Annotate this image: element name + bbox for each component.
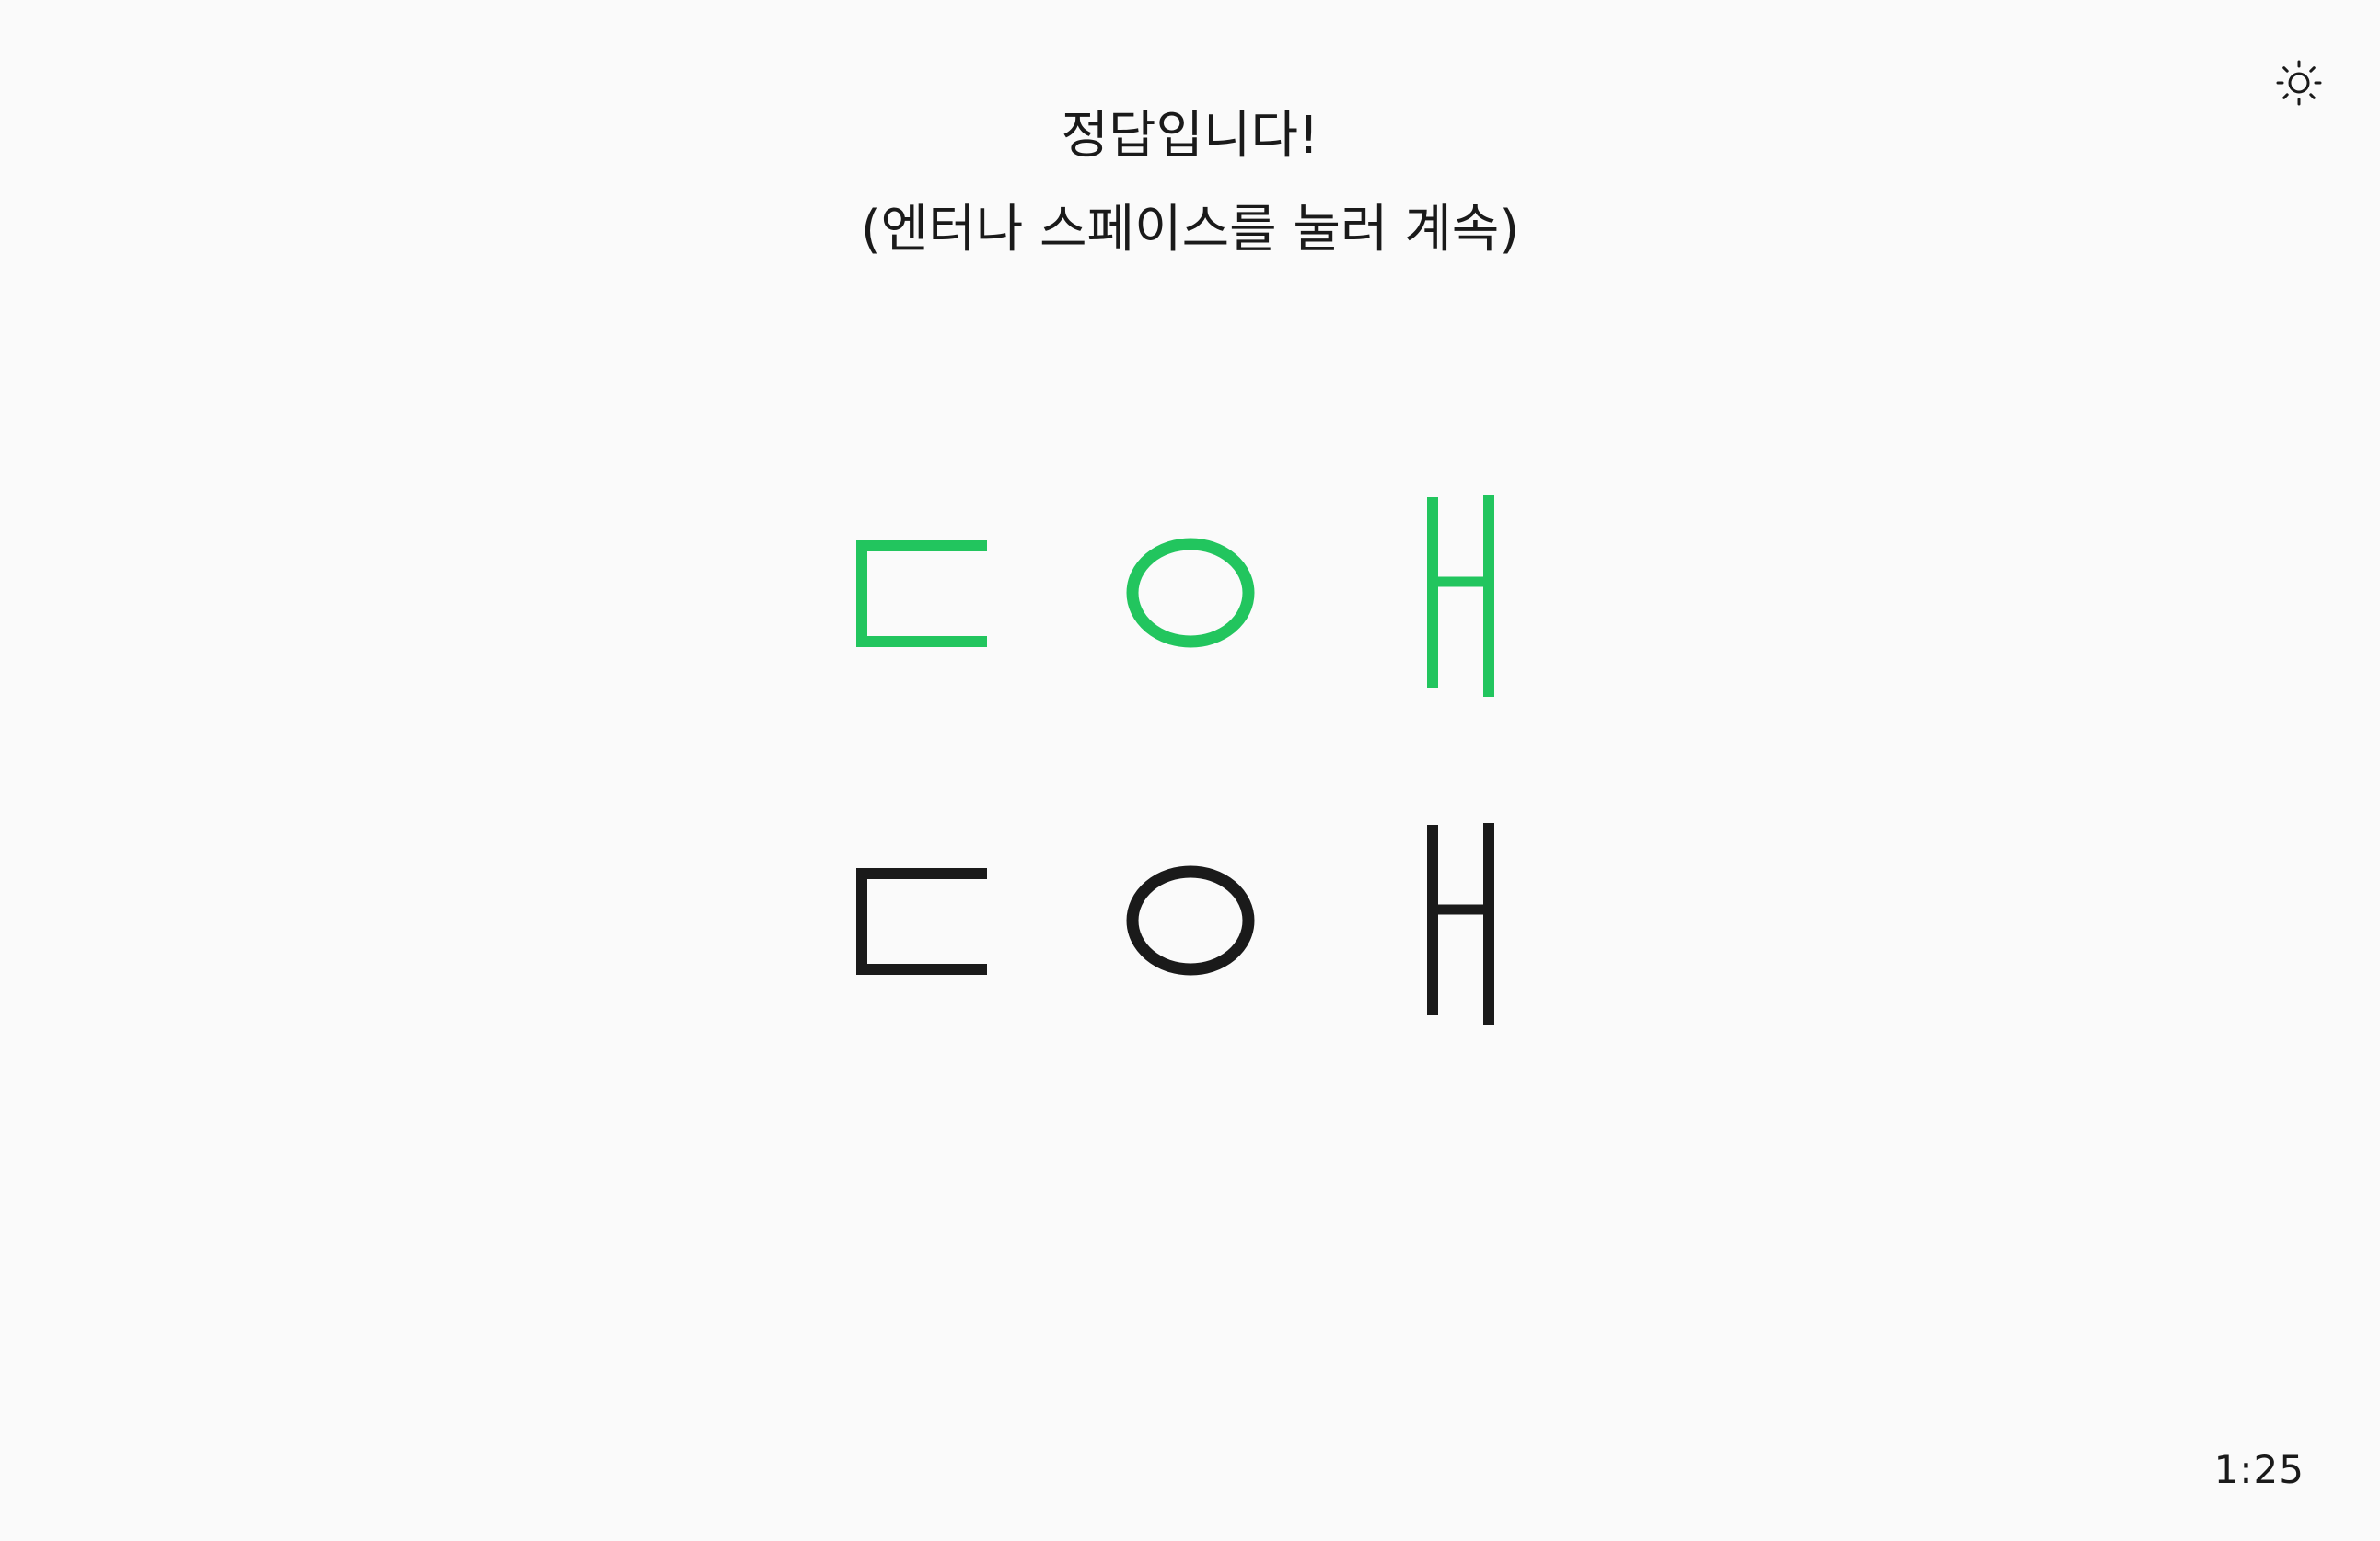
answer-jamo-ieung bbox=[1080, 479, 1301, 700]
answer-jamo-ae bbox=[1344, 479, 1565, 700]
input-jamo-digeut bbox=[816, 806, 1037, 1027]
feedback-title: 정답입니다! bbox=[1061, 106, 1319, 166]
continue-hint: (엔터나 스페이스를 눌러 계속) bbox=[860, 200, 1520, 260]
input-jamo-ieung bbox=[1080, 806, 1301, 1027]
sun-icon bbox=[2276, 60, 2322, 106]
game-screen: 정답입니다! (엔터나 스페이스를 눌러 계속) 1:25 bbox=[0, 0, 2380, 1541]
theme-toggle-button[interactable] bbox=[2273, 57, 2325, 109]
answer-jamo-digeut bbox=[816, 479, 1037, 700]
input-jamo-ae bbox=[1344, 806, 1565, 1027]
answer-row bbox=[0, 479, 2380, 700]
timer: 1:25 bbox=[2213, 1447, 2305, 1492]
input-row bbox=[0, 806, 2380, 1027]
